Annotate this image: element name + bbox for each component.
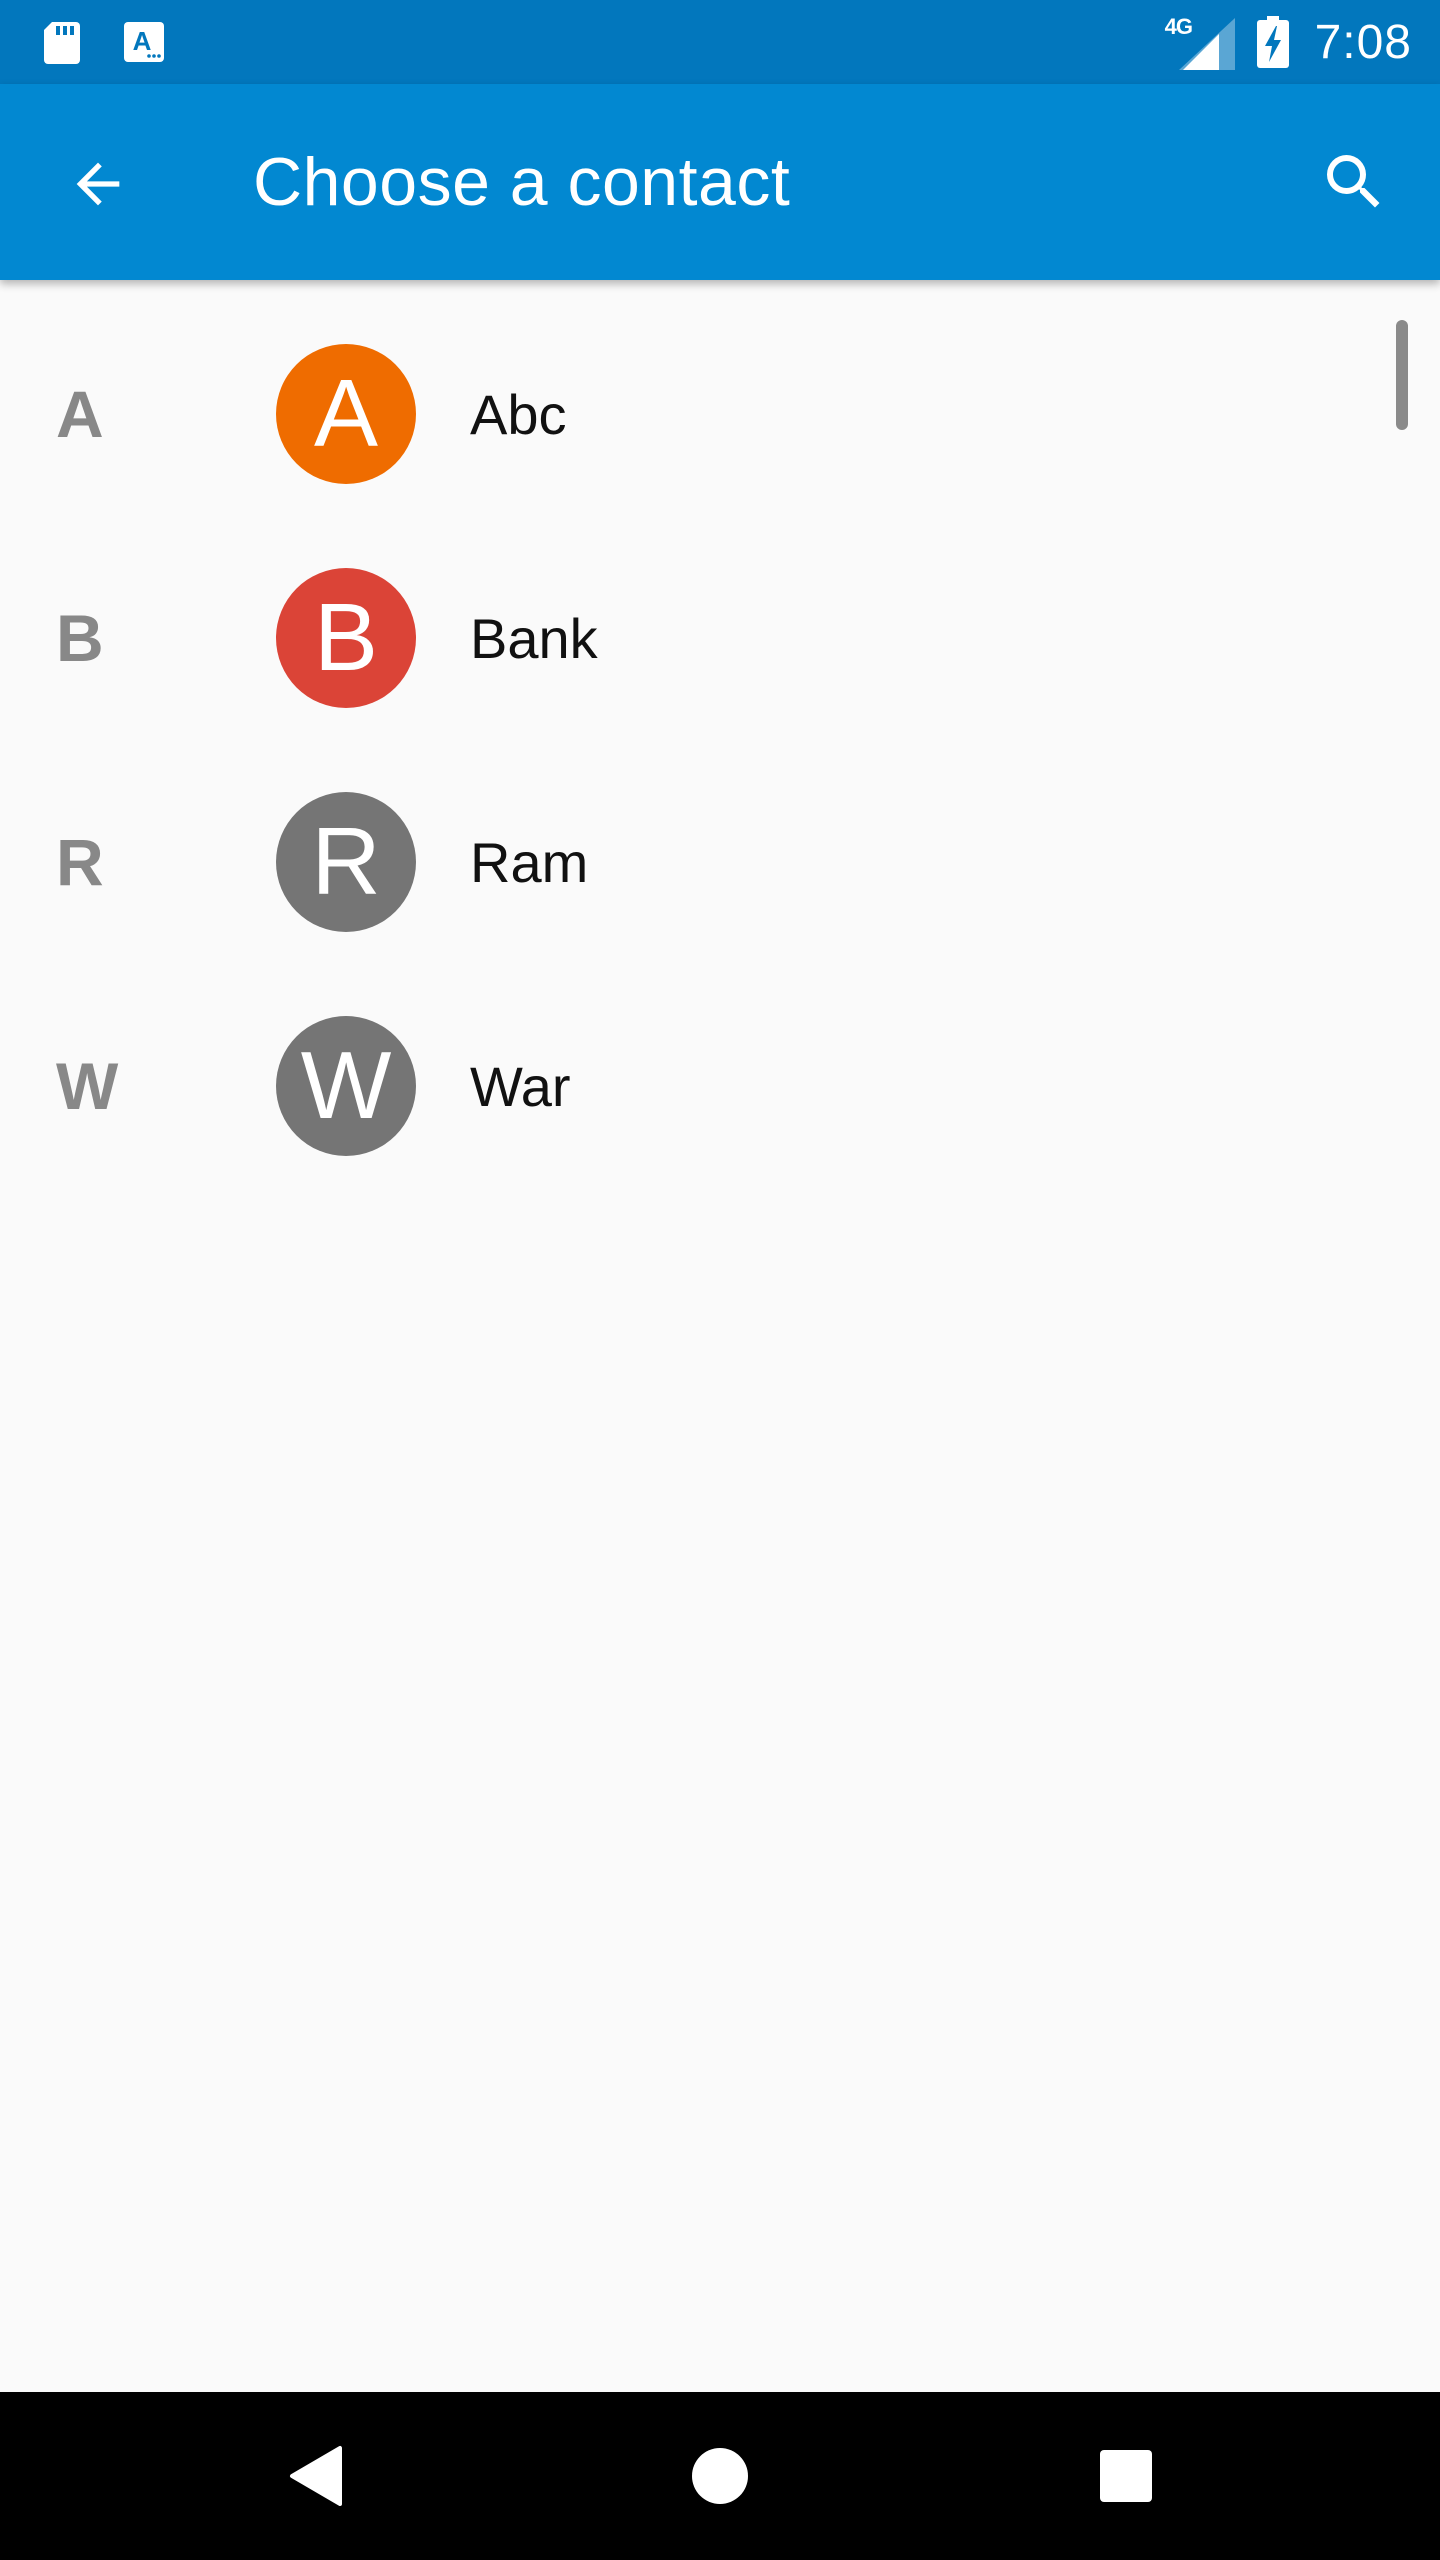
nav-recents-button[interactable] <box>1076 2426 1176 2526</box>
contact-name: Ram <box>470 830 589 894</box>
sd-card-icon <box>44 22 80 64</box>
svg-text:A: A <box>133 26 152 56</box>
avatar: W <box>276 1016 416 1156</box>
arrow-back-icon <box>76 162 120 206</box>
status-right: 4G 7:08 <box>1165 14 1412 70</box>
status-left: A <box>38 18 166 66</box>
contact-name: War <box>470 1054 571 1118</box>
nav-recents-icon <box>1100 2450 1152 2502</box>
contact-row-ram[interactable]: R R Ram <box>0 750 1440 974</box>
search-button[interactable] <box>1310 138 1398 226</box>
back-button[interactable] <box>56 142 140 226</box>
avatar: R <box>276 792 416 932</box>
contact-row-bank[interactable]: B B Bank <box>0 526 1440 750</box>
scrollbar-thumb[interactable] <box>1396 320 1408 430</box>
contact-list: A A Abc B B Bank R R Ram W W War <box>0 280 1440 1198</box>
nav-back-button[interactable] <box>266 2426 366 2526</box>
nav-back-icon <box>290 2446 342 2506</box>
clock: 7:08 <box>1314 15 1412 69</box>
screen: A 4G 7:08 Choose a contact A A Abc B B B… <box>0 0 1440 2560</box>
avatar: B <box>276 568 416 708</box>
contact-name: Abc <box>470 382 567 446</box>
app-bar: Choose a contact <box>0 84 1440 280</box>
navigation-bar <box>0 2392 1440 2560</box>
status-bar: A 4G 7:08 <box>0 0 1440 84</box>
contact-row-abc[interactable]: A A Abc <box>0 302 1440 526</box>
text-badge-icon: A <box>124 22 164 62</box>
nav-home-icon <box>692 2448 748 2504</box>
section-letter: A <box>56 377 104 451</box>
search-icon <box>1327 155 1380 208</box>
page-title: Choose a contact <box>253 144 791 220</box>
contact-name: Bank <box>470 606 598 670</box>
network-indicator: 4G <box>1165 14 1235 70</box>
section-letter: B <box>56 601 104 675</box>
contact-row-war[interactable]: W W War <box>0 974 1440 1198</box>
battery-charging-icon <box>1256 16 1289 68</box>
section-letter: W <box>56 1049 119 1123</box>
nav-home-button[interactable] <box>670 2426 770 2526</box>
avatar: A <box>276 344 416 484</box>
signal-icon <box>1178 18 1235 70</box>
section-letter: R <box>56 825 104 899</box>
